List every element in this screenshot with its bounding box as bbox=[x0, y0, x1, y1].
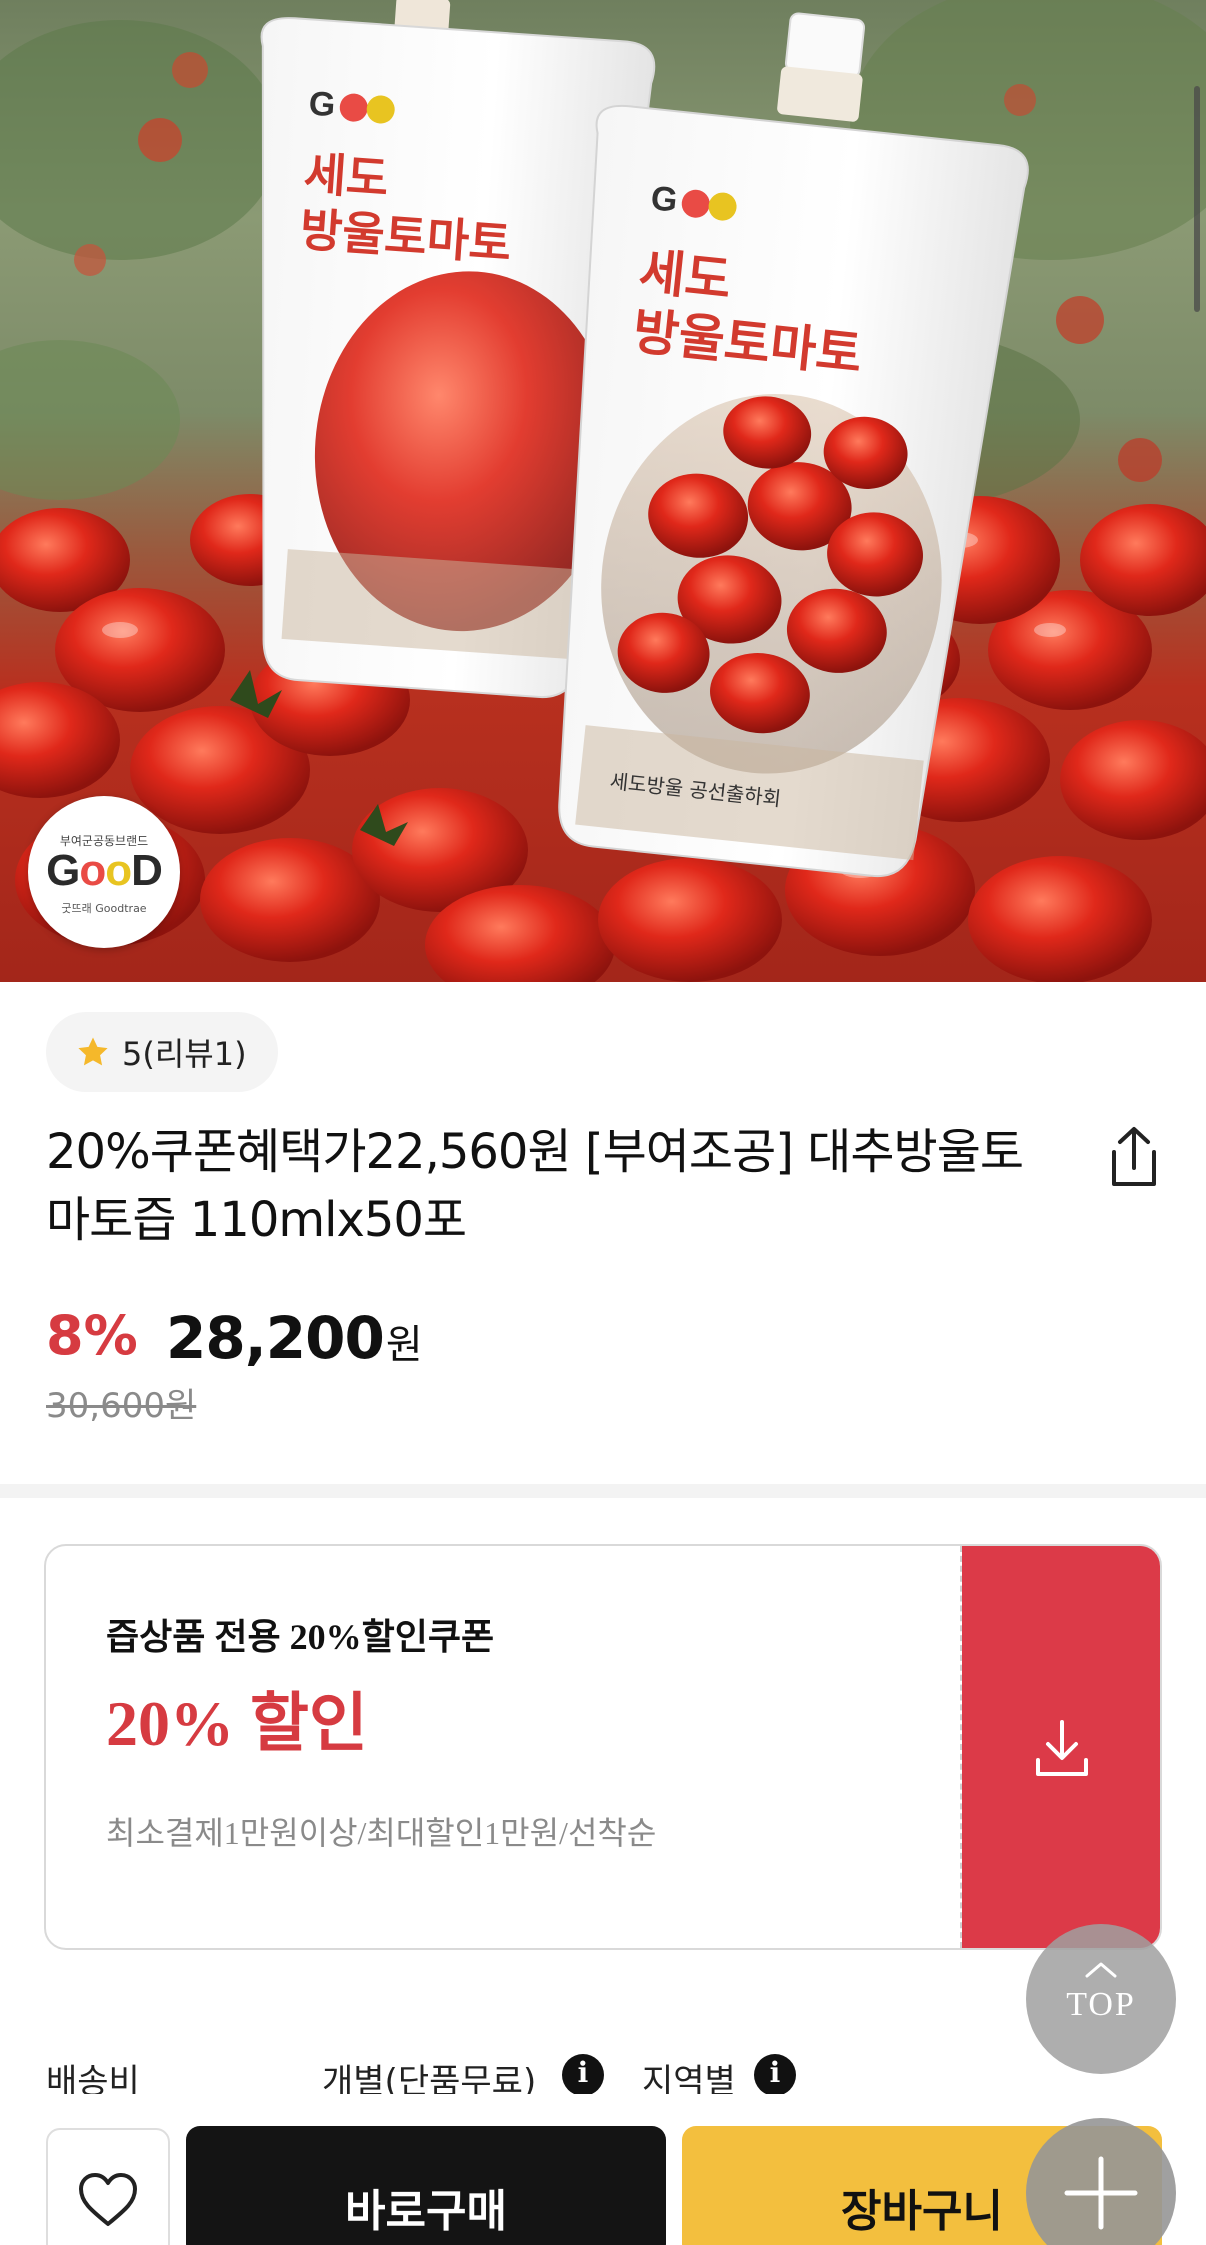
plus-icon bbox=[1064, 2156, 1138, 2230]
scroll-top-label: TOP bbox=[1066, 1986, 1136, 2023]
section-divider bbox=[0, 1484, 1206, 1498]
heart-icon bbox=[79, 2173, 137, 2226]
logo-letter-d: D bbox=[131, 846, 163, 895]
product-title: 20%쿠폰혜택가22,560원 [부여조공] 대추방울토마토즙 110mlx50… bbox=[46, 1124, 1024, 1248]
bottom-action-bar: 바로구매 장바구니 bbox=[0, 2104, 1206, 2245]
shipping-label: 배송비 bbox=[46, 2062, 140, 2094]
sale-price: 28,200원 bbox=[166, 1304, 423, 1372]
svg-text:G: G bbox=[649, 179, 679, 220]
sale-price-value: 28,200 bbox=[166, 1304, 385, 1372]
coupon-title: 즙상품 전용 20%할인쿠폰 bbox=[106, 1617, 495, 1657]
svg-text:세도: 세도 bbox=[636, 242, 734, 309]
svg-text:세도: 세도 bbox=[302, 146, 390, 206]
info-icon[interactable] bbox=[754, 2054, 796, 2094]
page-scrollbar[interactable] bbox=[1194, 86, 1200, 312]
download-icon bbox=[1036, 1720, 1088, 1776]
chevron-up-icon bbox=[1085, 1962, 1117, 1978]
shipping-type: 개별(단품무료) bbox=[322, 2062, 537, 2094]
wishlist-button[interactable] bbox=[46, 2128, 170, 2245]
logo-letter-o: o bbox=[105, 846, 132, 895]
star-icon bbox=[78, 1037, 108, 1066]
goodtrae-logo: GooD bbox=[28, 846, 180, 896]
brand-badge-name: 굿뜨래 Goodtrae bbox=[61, 902, 147, 915]
original-price: 30,600원 bbox=[46, 1386, 197, 1426]
coupon-discount: 20% 할인 bbox=[106, 1688, 368, 1759]
discount-rate: 8% bbox=[46, 1304, 138, 1367]
svg-text:G: G bbox=[308, 85, 337, 125]
price-unit: 원 bbox=[385, 1322, 423, 1368]
coupon-conditions: 최소결제1만원이상/최대할인1만원/선착순 bbox=[106, 1815, 657, 1851]
tomato-pouch-photo: G 세도 방울토마토 G 세도 방울토마토 세도방울 공선출하회 bbox=[0, 0, 1206, 982]
buy-now-button[interactable]: 바로구매 bbox=[186, 2126, 666, 2245]
share-icon bbox=[1112, 1127, 1156, 1186]
scroll-top-button[interactable]: TOP bbox=[1026, 1924, 1176, 2074]
coupon-card[interactable]: 즙상품 전용 20%할인쿠폰 20% 할인 최소결제1만원이상/최대할인1만원/… bbox=[44, 1544, 1162, 1950]
info-icon[interactable] bbox=[562, 2054, 604, 2094]
logo-letter-o: o bbox=[79, 846, 106, 895]
product-hero-image: G 세도 방울토마토 G 세도 방울토마토 세도방울 공선출하회 부여군공동브랜… bbox=[0, 0, 1206, 982]
brand-logo-badge: 부여군공동브랜드 GooD 굿뜨래 Goodtrae bbox=[28, 796, 180, 948]
coupon-download-button[interactable] bbox=[962, 1546, 1160, 1948]
share-button[interactable] bbox=[1102, 1124, 1166, 1190]
rating-chip[interactable]: 5(리뷰1) bbox=[46, 1012, 278, 1092]
shipping-region: 지역별 bbox=[642, 2062, 736, 2094]
logo-letter-g: G bbox=[46, 846, 80, 895]
shipping-row: 배송비 개별(단품무료) 지역별 bbox=[46, 2054, 1166, 2094]
rating-label: 5(리뷰1) bbox=[122, 1035, 247, 1073]
